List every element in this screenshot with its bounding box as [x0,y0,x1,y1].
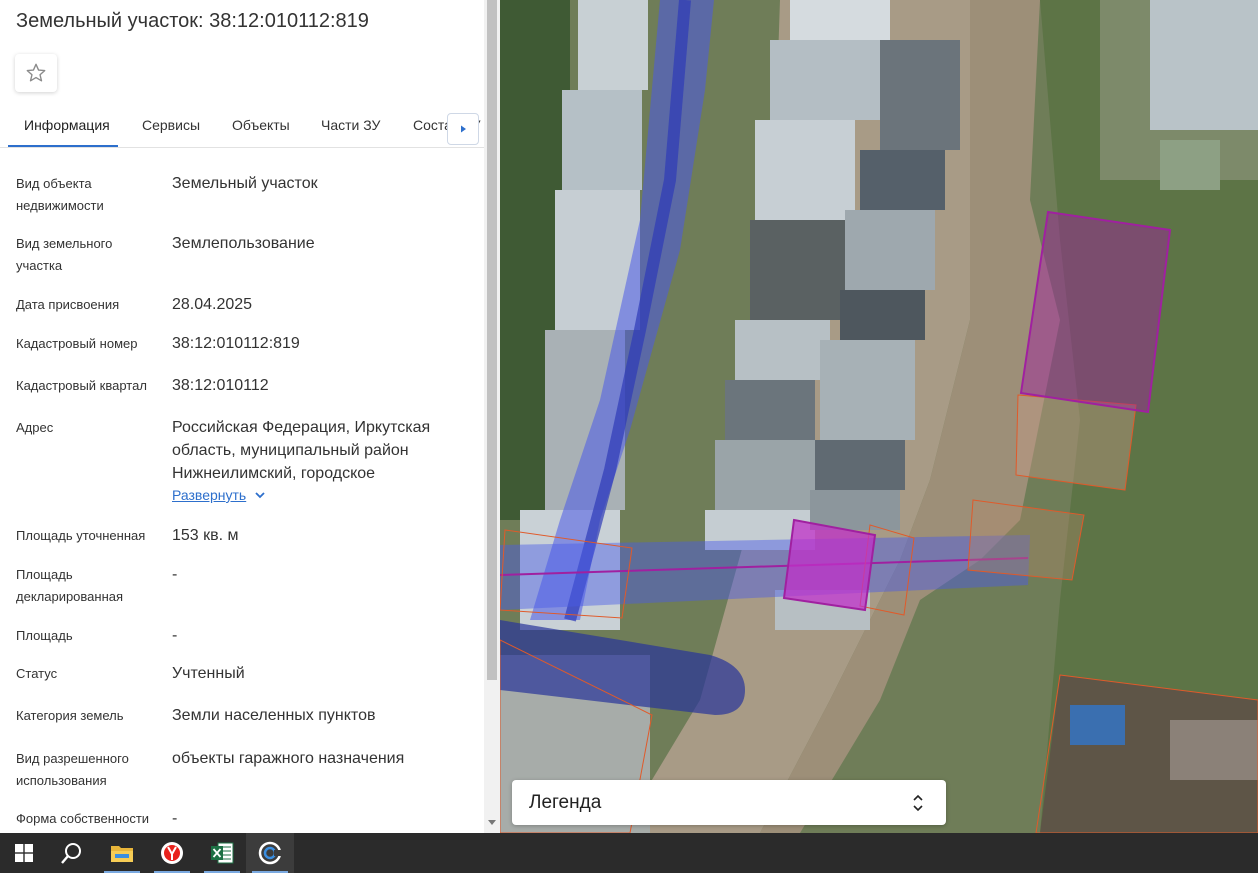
windows-logo-icon [15,844,33,862]
field-value-area-declared: - [172,566,178,583]
taskbar-yandex-browser[interactable] [148,833,196,873]
expand-address-link[interactable]: Развернуть [172,487,266,503]
field-value-area-specified: 153 кв. м [172,527,239,544]
scroll-down-arrow-icon[interactable] [488,818,496,826]
field-label-ownership-form: Форма собственности [16,811,150,826]
favorite-button[interactable] [15,54,57,92]
tab-bar: Информация Сервисы Объекты Части ЗУ Сост… [0,104,484,148]
field-label-land-type: Вид земельного участка [16,236,113,273]
excel-icon [211,842,234,864]
tab-parcel-parts[interactable]: Части ЗУ [321,117,380,133]
field-label-cadastral-number: Кадастровый номер [16,336,138,351]
legend-label: Легенда [529,791,602,813]
field-label-area: Площадь [16,628,73,643]
tab-information[interactable]: Информация [24,117,110,133]
taskbar-active-app[interactable] [246,833,294,873]
tab-objects[interactable]: Объекты [232,117,290,133]
taskbar-file-explorer[interactable] [98,833,146,873]
field-value-object-type: Земельный участок [172,175,318,192]
field-label-assignment-date: Дата присвоения [16,297,120,312]
field-label-area-declared: Площадь декларированная [16,567,124,604]
field-label-permitted-use: Вид разрешенного использования [16,751,129,788]
field-label-address: Адрес [16,420,54,435]
field-value-cadastral-quarter: 38:12:010112 [172,377,269,394]
field-label-cadastral-quarter: Кадастровый квартал [16,378,147,393]
panel-scrollbar[interactable] [484,0,500,833]
field-label-land-category: Категория земель [16,708,124,723]
taskbar [0,833,1258,873]
field-value-area: - [172,627,178,644]
folder-icon [111,846,133,862]
field-value-land-type: Землепользование [172,235,315,252]
sort-arrows-icon [913,794,923,812]
field-label-status: Статус [16,666,58,681]
page-title: Земельный участок: 38:12:010112:819 [16,10,369,32]
field-value-assignment-date: 28.04.2025 [172,296,253,313]
tabs-scroll-right-button[interactable] [447,113,479,145]
yandex-browser-icon [161,842,183,864]
map-watermark [500,0,1258,833]
active-tab-indicator [8,145,118,147]
field-value-ownership-form: - [172,810,178,827]
tab-services[interactable]: Сервисы [142,117,200,133]
taskbar-search-button[interactable] [48,833,96,873]
start-button[interactable] [0,833,48,873]
caret-right-icon [461,125,466,133]
app-logo-icon [258,841,282,865]
scrollbar-thumb[interactable] [487,0,497,680]
field-value-cadastral-number: 38:12:010112:819 [172,335,300,352]
info-panel: Земельный участок: 38:12:010112:819 Инфо… [0,0,500,833]
expand-label: Развернуть [172,487,247,503]
field-value-land-category: Земли населенных пунктов [172,707,376,724]
taskbar-excel[interactable] [198,833,246,873]
field-label-object-type: Вид объекта недвижимости [16,176,104,213]
field-value-permitted-use: объекты гаражного назначения [172,750,405,767]
legend-dropdown[interactable]: Легенда [512,780,946,825]
star-icon [26,63,46,82]
map-view[interactable] [500,0,1258,833]
field-value-address: Российская Федерация, Иркутская область,… [172,419,431,482]
field-label-area-specified: Площадь уточненная [16,528,146,543]
search-icon [61,843,81,864]
field-value-status: Учтенный [172,665,245,682]
chevron-down-icon [255,492,265,499]
